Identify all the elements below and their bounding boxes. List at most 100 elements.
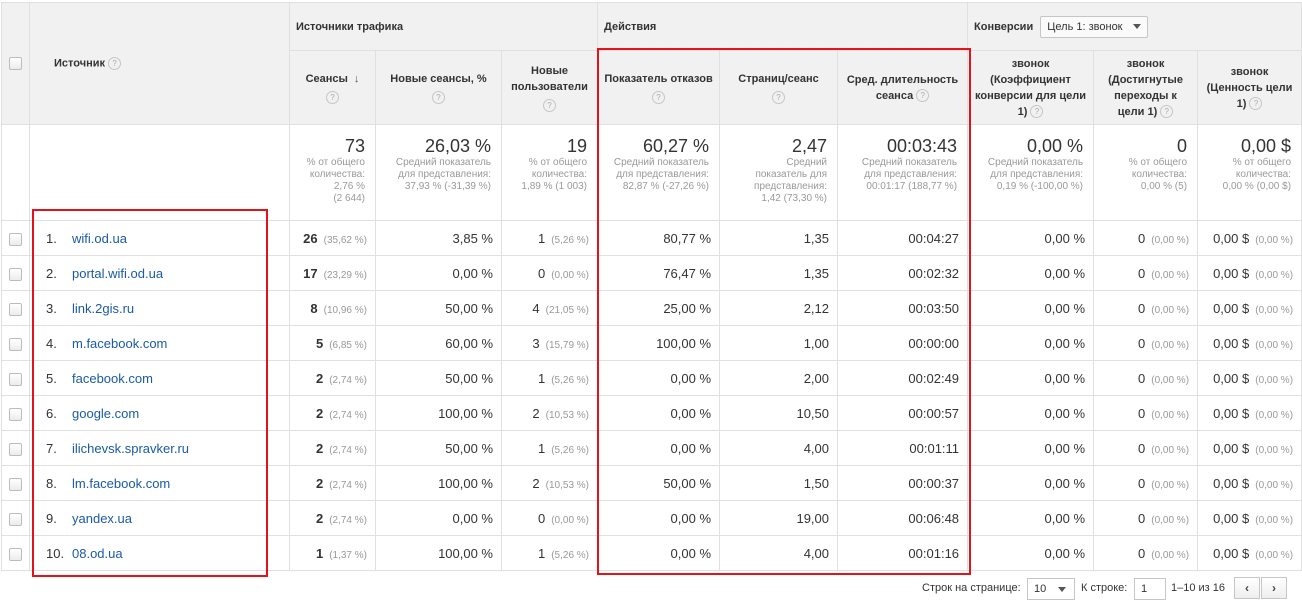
col-sessions[interactable]: Сеансы ↓? <box>289 50 376 125</box>
source-link[interactable]: google.com <box>72 406 139 421</box>
source-link[interactable]: facebook.com <box>72 371 153 386</box>
row-checkbox[interactable] <box>9 442 22 456</box>
select-all-checkbox[interactable] <box>9 57 22 70</box>
totals-note: 00:01:17 (188,77 %) <box>866 181 958 192</box>
col-avg-duration[interactable]: Сред. длительность сеанса? <box>837 50 969 125</box>
new-users-value: 2 <box>532 475 540 491</box>
row-checkbox[interactable] <box>9 547 22 561</box>
row-select-cell[interactable] <box>1 290 30 326</box>
conv-rate-cell: 0,00 % <box>967 220 1095 256</box>
help-icon[interactable]: ? <box>1030 105 1044 119</box>
sessions-pct: (1,37 %) <box>329 549 367 561</box>
col-goal-value[interactable]: звонок (Ценность цели 1)? <box>1197 50 1302 125</box>
row-select-cell[interactable] <box>1 255 30 291</box>
help-icon[interactable]: ? <box>916 89 930 103</box>
table-row[interactable]: 5. facebook.com 2 (2,74 %) 50,00 % 1 (5,26 %) 0… <box>1 360 1302 396</box>
totals-note: количества: <box>531 169 588 180</box>
table-row[interactable]: 9. yandex.ua 2 (2,74 %) 0,00 % 0 (0,00 %) 0,00 … <box>1 500 1302 536</box>
sessions-cell: 2 (2,74 %) <box>289 500 376 536</box>
row-select-cell[interactable] <box>1 465 30 501</box>
pagination-bar: Строк на странице: 10 К строке: 1 1–10 и… <box>0 573 1302 604</box>
source-link[interactable]: link.2gis.ru <box>72 301 134 316</box>
source-link[interactable]: portal.wifi.od.ua <box>72 266 163 281</box>
row-index: 4. <box>46 335 57 351</box>
help-icon[interactable]: ? <box>108 57 122 70</box>
help-icon[interactable]: ? <box>652 91 666 104</box>
bounce-value: 0,00 % <box>670 370 712 386</box>
col-pages-per-session[interactable]: Страниц/сеанс? <box>719 50 839 125</box>
row-index: 3. <box>46 300 57 316</box>
sessions-cell: 2 (2,74 %) <box>289 430 376 466</box>
col-new-users[interactable]: Новые пользователи? <box>500 50 599 125</box>
help-icon[interactable]: ? <box>326 91 339 104</box>
col-bounce-rate[interactable]: Показатель отказов? <box>597 50 721 125</box>
conv-rate-cell: 0,00 % <box>967 465 1095 501</box>
row-checkbox[interactable] <box>9 302 22 316</box>
col-conversion-rate[interactable]: звонок (Коэффициент конверсии для цели 1… <box>967 50 1095 125</box>
sessions-value: 26 <box>303 230 318 246</box>
row-select-cell[interactable] <box>1 220 30 256</box>
row-select-cell[interactable] <box>1 430 30 466</box>
row-select-cell[interactable] <box>1 500 30 536</box>
pages-value: 4,00 <box>803 545 830 561</box>
table-row[interactable]: 10. 08.od.ua 1 (1,37 %) 100,00 % 1 (5,26 %) 0,0… <box>1 535 1302 571</box>
row-checkbox[interactable] <box>9 267 22 281</box>
table-row[interactable]: 3. link.2gis.ru 8 (10,96 %) 50,00 % 4 (21,05 %… <box>1 290 1302 326</box>
col-new-sessions[interactable]: Новые сеансы, %? <box>375 50 502 125</box>
row-select-cell[interactable] <box>1 395 30 431</box>
col-goal-completions[interactable]: звонок (Достигнутые переходы к цели 1)? <box>1093 50 1199 125</box>
source-link[interactable]: 08.od.ua <box>72 546 123 561</box>
duration-cell: 00:03:50 <box>837 290 969 326</box>
goal-value-value: 0,00 $ <box>1213 545 1250 561</box>
table-row[interactable]: 1. wifi.od.ua 26 (35,62 %) 3,85 % 1 (5,26 %) 80… <box>1 220 1302 256</box>
table-row[interactable]: 7. ilichevsk.spravker.ru 2 (2,74 %) 50,00 % 1… <box>1 430 1302 466</box>
new-users-pct: (15,79 %) <box>545 339 590 351</box>
row-select-cell[interactable] <box>1 325 30 361</box>
row-select-cell[interactable] <box>1 535 30 571</box>
next-page-button[interactable]: › <box>1261 577 1287 599</box>
goal-comp-value: 0 <box>1138 510 1146 526</box>
row-checkbox[interactable] <box>9 372 22 386</box>
table-row[interactable]: 4. m.facebook.com 5 (6,85 %) 60,00 % 3 (15,79 … <box>1 325 1302 361</box>
new-sessions-cell: 100,00 % <box>375 465 502 501</box>
row-checkbox[interactable] <box>9 232 22 246</box>
source-link[interactable]: lm.facebook.com <box>72 476 170 491</box>
totals-note: для представления: <box>990 169 1084 180</box>
report-table: Источник? Источники трафика Действия Кон… <box>1 2 1302 571</box>
source-link[interactable]: m.facebook.com <box>72 336 167 351</box>
source-header[interactable]: Источник? <box>29 2 290 125</box>
duration-cell: 00:00:57 <box>837 395 969 431</box>
source-cell: 4. m.facebook.com <box>29 325 290 361</box>
sessions-cell: 1 (1,37 %) <box>289 535 376 571</box>
help-icon[interactable]: ? <box>772 91 786 104</box>
select-all-cell[interactable] <box>1 2 30 125</box>
source-link[interactable]: yandex.ua <box>72 511 132 526</box>
row-checkbox[interactable] <box>9 407 22 421</box>
prev-page-button[interactable]: ‹ <box>1234 577 1260 599</box>
goal-value-pct: (0,00 %) <box>1255 234 1294 246</box>
goal-select[interactable]: Цель 1: звонок <box>1040 15 1148 38</box>
goal-value-pct: (0,00 %) <box>1255 269 1294 281</box>
conv-rate-cell: 0,00 % <box>967 535 1095 571</box>
pages-cell: 4,00 <box>719 430 839 466</box>
row-select-cell[interactable] <box>1 360 30 396</box>
sort-desc-icon[interactable]: ↓ <box>354 73 360 85</box>
row-checkbox[interactable] <box>9 337 22 351</box>
source-link[interactable]: wifi.od.ua <box>72 231 127 246</box>
table-row[interactable]: 2. portal.wifi.od.ua 17 (23,29 %) 0,00 % 0 (0,… <box>1 255 1302 291</box>
totals-note: 0,00 % (0,00 $) <box>1222 181 1292 192</box>
source-link[interactable]: ilichevsk.spravker.ru <box>72 441 189 456</box>
bounce-cell: 100,00 % <box>597 325 721 361</box>
goto-row-input[interactable]: 1 <box>1134 578 1166 600</box>
analytics-report: Источник? Источники трафика Действия Кон… <box>0 0 1302 604</box>
help-icon[interactable]: ? <box>432 91 445 104</box>
rows-per-page-select[interactable]: 10 <box>1027 578 1075 600</box>
row-checkbox[interactable] <box>9 477 22 491</box>
help-icon[interactable]: ? <box>543 99 556 112</box>
help-icon[interactable]: ? <box>1160 105 1174 119</box>
row-checkbox[interactable] <box>9 512 22 526</box>
table-row[interactable]: 6. google.com 2 (2,74 %) 100,00 % 2 (10,53 %) 0… <box>1 395 1302 431</box>
table-row[interactable]: 8. lm.facebook.com 2 (2,74 %) 100,00 % 2 (10,5… <box>1 465 1302 501</box>
totals-note: 2,76 % <box>333 181 365 192</box>
help-icon[interactable]: ? <box>1249 97 1263 111</box>
